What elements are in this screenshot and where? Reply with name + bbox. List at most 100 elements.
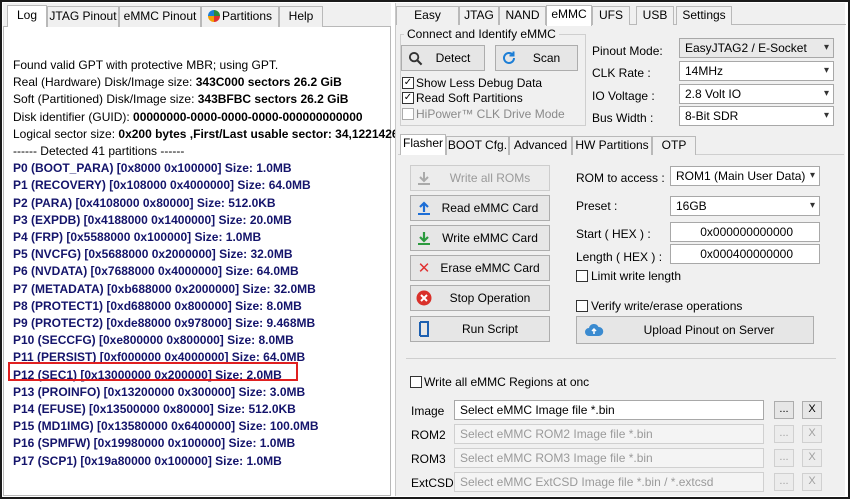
- tab-jtag[interactable]: JTAG: [459, 6, 499, 25]
- detect-button[interactable]: Detect: [401, 45, 485, 71]
- rom3-clear-button[interactable]: X: [802, 449, 822, 467]
- length-hex-label: Length ( HEX ) :: [576, 250, 663, 264]
- write-emmc-label: Write eMMC Card: [442, 231, 538, 245]
- partition-line: P7 (METADATA) [0xb688000 0x2000000] Size…: [13, 281, 316, 296]
- tab-easy-repair[interactable]: Easy Repair: [396, 6, 459, 39]
- clk-rate-label: CLK Rate :: [592, 66, 651, 80]
- image-label: Image: [411, 404, 445, 418]
- log-line: Disk identifier (GUID): 00000000-0000-00…: [13, 109, 363, 124]
- right-tab-bar: Easy Repair JTAG NAND eMMC UFS USB Setti…: [396, 3, 846, 39]
- io-voltage-select[interactable]: 2.8 Volt IO ▾: [679, 84, 834, 104]
- hipower-label: HiPower™ CLK Drive Mode: [416, 107, 565, 121]
- chevron-down-icon: ▾: [823, 42, 829, 53]
- tab-help[interactable]: Help: [279, 6, 323, 27]
- tab-otp[interactable]: OTP: [652, 136, 696, 155]
- rom2-file-field[interactable]: Select eMMC ROM2 Image file *.bin: [454, 424, 764, 444]
- rom3-file-field[interactable]: Select eMMC ROM3 Image file *.bin: [454, 448, 764, 468]
- clk-rate-value: 14MHz: [685, 64, 724, 78]
- tab-jtag-pinout[interactable]: JTAG Pinout: [47, 6, 119, 27]
- start-hex-input[interactable]: 0x000000000000: [670, 222, 820, 242]
- extcsd-label: ExtCSD: [411, 476, 454, 490]
- right-panel: Easy Repair JTAG NAND eMMC UFS USB Setti…: [395, 3, 846, 496]
- rom2-browse-button[interactable]: ...: [774, 425, 794, 443]
- tab-settings[interactable]: Settings: [676, 6, 732, 25]
- partition-line: P17 (SCP1) [0x19a80000 0x100000] Size: 1…: [13, 453, 282, 468]
- extcsd-clear-button[interactable]: X: [802, 473, 822, 491]
- read-emmc-button[interactable]: Read eMMC Card: [410, 195, 550, 221]
- log-line: Found valid GPT with protective MBR; usi…: [13, 58, 279, 72]
- extcsd-browse-button[interactable]: ...: [774, 473, 794, 491]
- image-clear-button[interactable]: X: [802, 401, 822, 419]
- erase-emmc-label: Erase eMMC Card: [440, 261, 540, 275]
- hipower-checkbox[interactable]: [402, 108, 414, 120]
- io-voltage-value: 2.8 Volt IO: [685, 87, 742, 101]
- rom2-label: ROM2: [411, 428, 446, 442]
- tab-flasher[interactable]: Flasher: [400, 134, 446, 155]
- log-output[interactable]: Found valid GPT with protective MBR; usi…: [3, 27, 412, 496]
- tab-partitions[interactable]: Partitions: [201, 6, 279, 27]
- run-script-button[interactable]: Run Script: [410, 316, 550, 342]
- image-file-field[interactable]: Select eMMC Image file *.bin: [454, 400, 764, 420]
- rom-to-access-select[interactable]: ROM1 (Main User Data) ▾: [670, 166, 820, 186]
- close-icon: ✕: [417, 260, 431, 277]
- chevron-down-icon: ▾: [809, 200, 815, 211]
- tab-hw-partitions[interactable]: HW Partitions: [572, 136, 652, 155]
- log-line: Soft (Partitioned) Disk/Image size: 343B…: [13, 92, 349, 107]
- tab-partitions-label: Partitions: [221, 9, 273, 23]
- limit-write-label: Limit write length: [591, 269, 682, 283]
- section-divider: [406, 358, 836, 359]
- tab-emmc-pinout[interactable]: eMMC Pinout: [119, 6, 201, 27]
- pinout-mode-label: Pinout Mode:: [592, 44, 663, 58]
- detect-label: Detect: [435, 51, 471, 65]
- show-less-debug-checkbox[interactable]: [402, 77, 414, 89]
- length-hex-input[interactable]: 0x000400000000: [670, 244, 820, 264]
- tab-usb[interactable]: USB: [636, 6, 674, 25]
- preset-select[interactable]: 16GB ▾: [670, 196, 820, 216]
- highlight-box: [8, 362, 298, 381]
- show-less-debug-label: Show Less Debug Data: [416, 76, 543, 90]
- upload-pinout-button[interactable]: Upload Pinout on Server: [576, 316, 814, 344]
- partition-line: P5 (NVCFG) [0x5688000 0x2000000] Size: 3…: [13, 247, 293, 262]
- refresh-icon: [496, 50, 522, 66]
- log-line: Real (Hardware) Disk/Image size: 343C000…: [13, 75, 342, 90]
- chevron-down-icon: ▾: [823, 110, 829, 121]
- write-all-roms-label: Write all ROMs: [449, 171, 531, 185]
- scan-button[interactable]: Scan: [495, 45, 578, 71]
- bus-width-select[interactable]: 8-Bit SDR ▾: [679, 106, 834, 126]
- tab-ufs[interactable]: UFS: [592, 6, 630, 25]
- left-panel: Log JTAG Pinout eMMC Pinout Partitions H…: [3, 3, 412, 496]
- pinout-mode-select[interactable]: EasyJTAG2 / E-Socket ▾: [679, 38, 834, 58]
- tab-boot-cfg[interactable]: BOOT Cfg.: [446, 136, 509, 155]
- limit-write-checkbox[interactable]: [576, 270, 588, 282]
- write-all-regions-label: Write all eMMC Regions at onc: [424, 375, 590, 389]
- run-script-label: Run Script: [461, 322, 519, 336]
- partition-line: P14 (EFUSE) [0x13500000 0x80000] Size: 5…: [13, 402, 296, 416]
- erase-emmc-button[interactable]: ✕ Erase eMMC Card: [410, 255, 550, 281]
- log-line: Logical sector size: 0x200 bytes ,First/…: [13, 126, 412, 141]
- preset-value: 16GB: [676, 199, 707, 213]
- image-browse-button[interactable]: ...: [774, 401, 794, 419]
- verify-checkbox[interactable]: [576, 300, 588, 312]
- clk-rate-select[interactable]: 14MHz ▾: [679, 61, 834, 81]
- read-emmc-label: Read eMMC Card: [441, 201, 539, 215]
- write-all-roms-button[interactable]: Write all ROMs: [410, 165, 550, 191]
- stop-operation-button[interactable]: Stop Operation: [410, 285, 550, 311]
- preset-label: Preset :: [576, 199, 618, 213]
- tab-advanced[interactable]: Advanced: [509, 136, 572, 155]
- partition-line: P16 (SPMFW) [0x19980000 0x100000] Size: …: [13, 436, 296, 451]
- rom3-browse-button[interactable]: ...: [774, 449, 794, 467]
- write-emmc-button[interactable]: Write eMMC Card: [410, 225, 550, 251]
- stop-icon: [411, 290, 437, 306]
- read-soft-partitions-checkbox[interactable]: [402, 92, 414, 104]
- read-soft-partitions-label: Read Soft Partitions: [416, 91, 523, 105]
- verify-label: Verify write/erase operations: [591, 299, 743, 313]
- extcsd-file-field[interactable]: Select eMMC ExtCSD Image file *.bin / *.…: [454, 472, 764, 492]
- rom2-clear-button[interactable]: X: [802, 425, 822, 443]
- tab-log[interactable]: Log: [7, 5, 47, 27]
- rom-to-access-label: ROM to access :: [576, 171, 665, 185]
- bus-width-value: 8-Bit SDR: [685, 109, 739, 123]
- partition-line: P4 (FRP) [0x5588000 0x100000] Size: 1.0M…: [13, 230, 262, 244]
- tab-nand[interactable]: NAND: [499, 6, 546, 25]
- write-all-regions-checkbox[interactable]: [410, 376, 422, 388]
- tab-emmc[interactable]: eMMC: [546, 5, 592, 26]
